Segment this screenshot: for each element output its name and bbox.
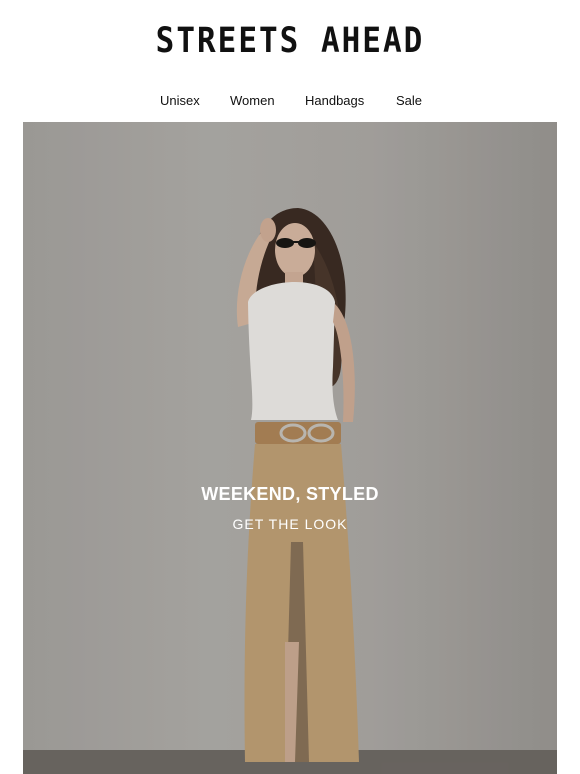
hero-banner[interactable]: WEEKEND, STYLED GET THE LOOK: [23, 122, 557, 774]
nav-item-unisex[interactable]: Unisex: [160, 93, 200, 108]
main-nav: Unisex Women Handbags Sale: [0, 93, 580, 111]
get-the-look-link[interactable]: GET THE LOOK: [23, 516, 557, 532]
hero-overlay: [23, 122, 557, 774]
brand-logo[interactable]: STREETS AHEAD: [0, 20, 580, 63]
hero-title: WEEKEND, STYLED: [201, 484, 379, 504]
nav-item-women[interactable]: Women: [230, 93, 275, 108]
nav-item-sale[interactable]: Sale: [396, 93, 422, 108]
nav-item-handbags[interactable]: Handbags: [305, 93, 364, 108]
